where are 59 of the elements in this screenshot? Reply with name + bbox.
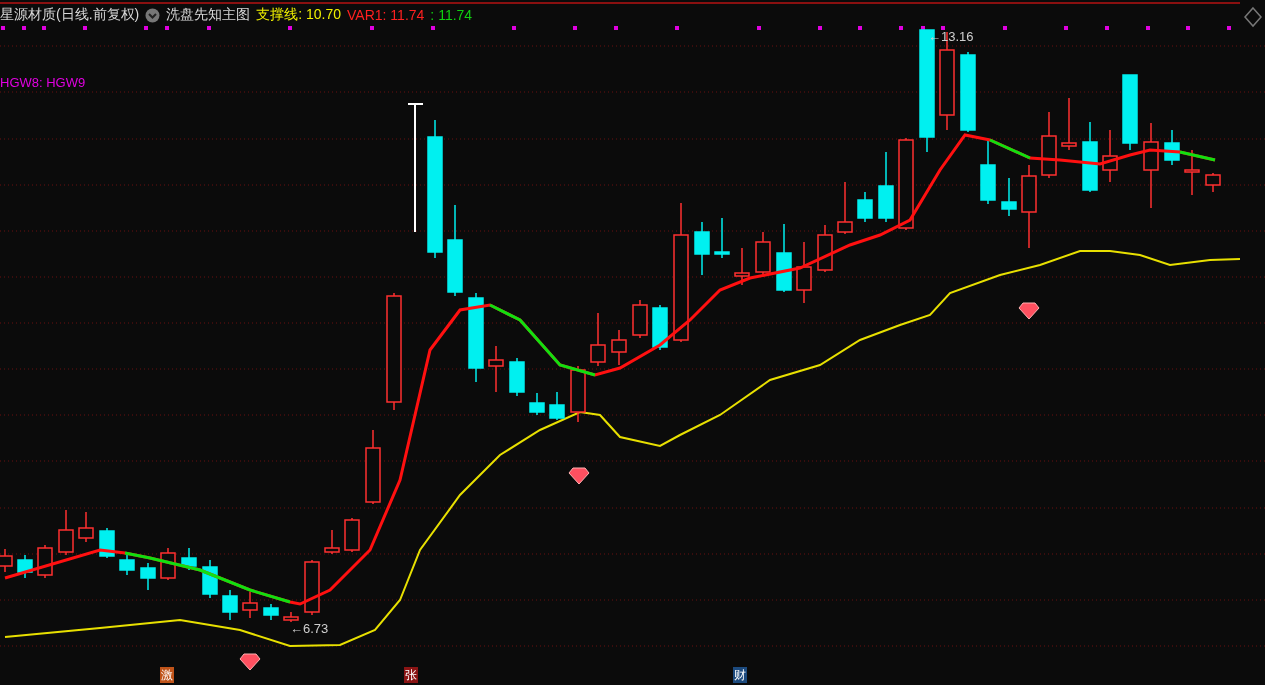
gem-icon xyxy=(239,653,261,671)
candlestick xyxy=(1164,129,1180,166)
candlestick xyxy=(37,544,53,579)
candlestick xyxy=(590,312,606,367)
candlestick xyxy=(324,529,340,555)
candlestick xyxy=(58,509,74,556)
indicator-name: 洗盘先知主图 xyxy=(166,6,251,24)
candlestick xyxy=(202,559,218,599)
candlestick xyxy=(796,241,812,304)
candlestick xyxy=(817,224,833,273)
candlestick xyxy=(549,391,565,421)
candlestick xyxy=(734,247,750,286)
candlestick xyxy=(776,223,792,293)
price-label: ←6.73 xyxy=(290,621,329,637)
candlestick xyxy=(1082,121,1098,193)
candlestick xyxy=(509,357,525,397)
candlestick xyxy=(263,603,279,621)
candlestick xyxy=(878,151,894,223)
candlestick xyxy=(344,517,360,553)
gem-icon xyxy=(1018,302,1040,320)
candlestick xyxy=(1205,172,1221,193)
candlestick xyxy=(857,191,873,223)
candlestick xyxy=(755,231,771,277)
candlestick xyxy=(980,139,996,205)
diamond-icon[interactable] xyxy=(1244,6,1262,28)
candlestick xyxy=(242,591,258,619)
candlestick xyxy=(222,589,238,621)
signal-marker: 激 xyxy=(160,667,174,683)
support-value: 支撑线: 10.70 xyxy=(256,6,342,24)
candlestick xyxy=(652,304,668,351)
signal-marker: 张 xyxy=(404,667,418,683)
candlestick xyxy=(570,365,586,423)
gem-icon xyxy=(568,467,590,485)
var1-value: VAR1: 11.74 xyxy=(347,7,425,23)
candlestick xyxy=(837,181,853,235)
candlestick xyxy=(78,511,94,543)
candlestick xyxy=(1102,129,1118,183)
candlestick xyxy=(1184,149,1200,196)
candlestick xyxy=(632,299,648,339)
candlestick xyxy=(181,547,197,571)
candlestick xyxy=(304,559,320,616)
candlestick xyxy=(140,562,156,591)
candlestick xyxy=(694,221,710,276)
candlestick xyxy=(1001,177,1017,217)
candlestick xyxy=(488,345,504,393)
candlestick xyxy=(1041,111,1057,179)
candlestick xyxy=(283,611,299,623)
candlestick xyxy=(1061,97,1077,151)
dropdown-icon[interactable] xyxy=(145,7,161,23)
candlestick xyxy=(714,217,730,259)
candlestick xyxy=(160,547,176,581)
candlestick xyxy=(17,554,33,579)
stock-title: 星源材质(日线.前复权) xyxy=(0,6,140,24)
candlestick xyxy=(529,392,545,416)
legend-label: HGW8: HGW9 xyxy=(0,75,86,90)
candlestick xyxy=(611,329,627,366)
signal-marker: 财 xyxy=(733,667,747,683)
indicator-value: : 11.74 xyxy=(430,7,473,23)
candlestick xyxy=(119,554,135,576)
